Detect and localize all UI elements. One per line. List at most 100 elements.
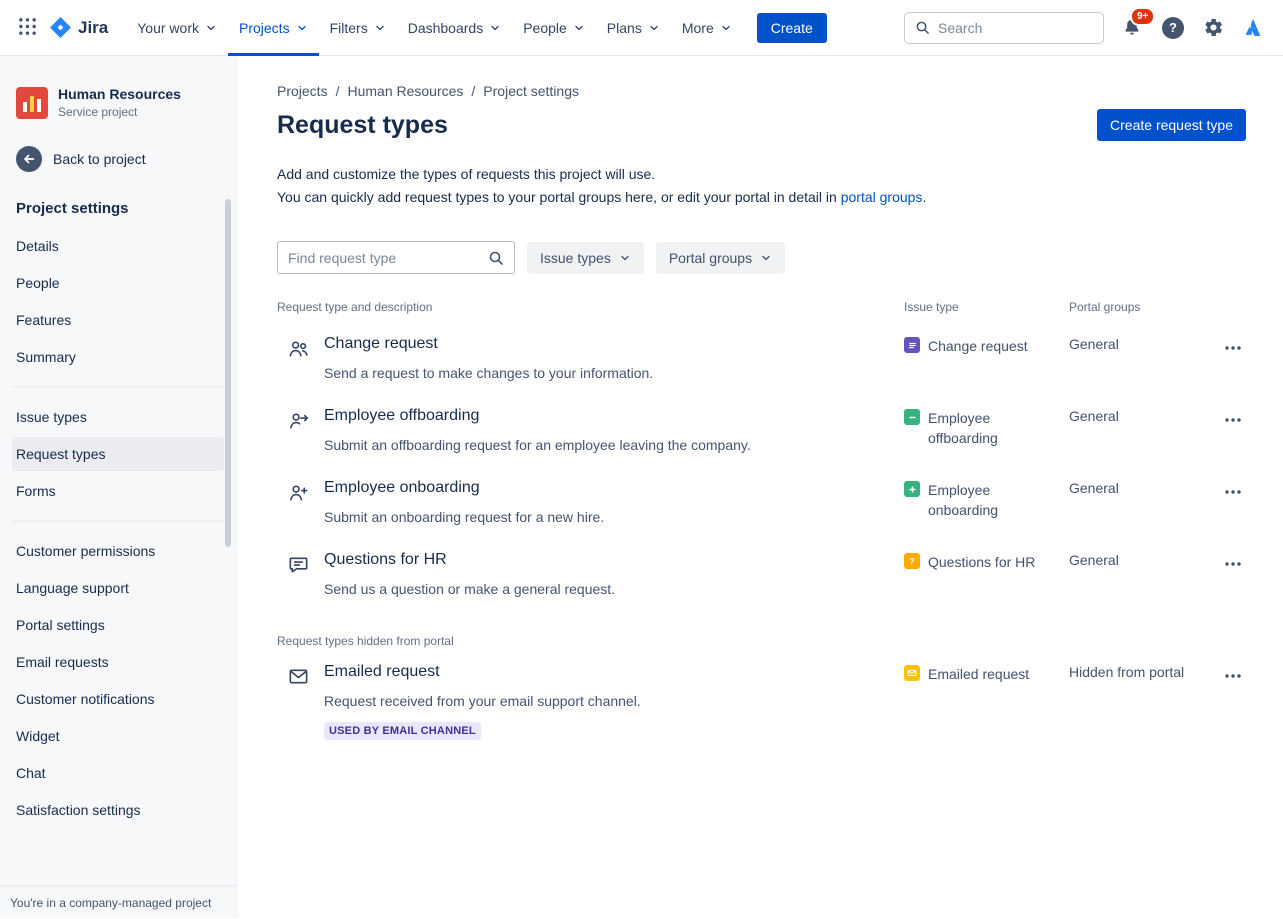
nav-item-plans[interactable]: Plans [596,0,671,56]
issue-types-dropdown[interactable]: Issue types [527,242,644,274]
create-button[interactable]: Create [757,13,827,43]
table-row: Emailed request Request received from yo… [277,650,1246,753]
sidebar-item-forms[interactable]: Forms [12,474,224,508]
request-types-table: Request type and description Issue type … [277,300,1246,753]
jira-logo-text: Jira [78,18,108,38]
gear-icon [1203,17,1224,38]
request-type-link[interactable]: Emailed request [324,663,440,680]
find-request-type-field[interactable] [277,241,515,274]
row-actions-button[interactable] [1220,551,1246,577]
sidebar-item-features[interactable]: Features [12,303,224,337]
chevron-down-icon [205,22,217,34]
request-type-link[interactable]: Questions for HR [324,551,447,568]
nav-item-dashboards[interactable]: Dashboards [397,0,513,56]
svg-text:?: ? [909,557,914,566]
back-to-project-button[interactable]: Back to project [12,146,224,172]
question-issue-icon: ? [904,553,920,569]
request-type-link[interactable]: Change request [324,335,438,352]
sidebar-item-request-types[interactable]: Request types [12,437,224,471]
sidebar-item-satisfaction-settings[interactable]: Satisfaction settings [12,793,224,827]
ellipsis-icon [1223,338,1243,358]
portal-group-label: General [1069,551,1209,597]
sidebar-item-language-support[interactable]: Language support [12,571,224,605]
col-request-type: Request type and description [277,300,904,314]
project-avatar [16,87,48,119]
issue-type-label: Questions for HR [928,551,1035,572]
portal-groups-link[interactable]: portal groups [841,189,923,205]
create-request-type-button[interactable]: Create request type [1097,109,1246,141]
notifications-button[interactable]: 9+ [1119,15,1145,41]
sidebar-item-widget[interactable]: Widget [12,719,224,753]
sidebar-menu: Details People Features Summary Issue ty… [12,229,224,827]
breadcrumb-human-resources[interactable]: Human Resources [347,83,463,99]
portal-group-label: General [1069,479,1209,525]
emailed-issue-icon [904,665,920,681]
sidebar-scrollbar[interactable] [225,199,231,547]
portal-groups-dropdown[interactable]: Portal groups [656,242,785,274]
issue-type-label: Employee onboarding [928,479,1038,520]
sidebar-item-summary[interactable]: Summary [12,340,224,374]
request-type-description: Submit an offboarding request for an emp… [324,437,751,453]
row-actions-button[interactable] [1220,335,1246,361]
ellipsis-icon [1223,410,1243,430]
filter-bar: Issue types Portal groups [277,241,1246,274]
jira-logo[interactable]: Jira [44,17,126,38]
breadcrumb: Projects / Human Resources / Project set… [277,83,1246,99]
sidebar-item-people[interactable]: People [12,266,224,300]
global-search-input[interactable] [938,20,1093,36]
row-actions-button[interactable] [1220,479,1246,505]
project-name: Human Resources [58,86,181,102]
table-row: Employee offboarding Submit an offboardi… [277,394,1246,466]
global-search[interactable] [904,12,1104,44]
description-line-1: Add and customize the types of requests … [277,163,1246,186]
portal-group-label: General [1069,335,1209,381]
nav-item-filters[interactable]: Filters [319,0,397,56]
nav-item-people[interactable]: People [512,0,596,56]
issue-type-label: Change request [928,335,1028,356]
breadcrumb-project-settings[interactable]: Project settings [483,83,579,99]
project-type-label: Service project [58,105,181,119]
portal-group-label: General [1069,407,1209,453]
request-type-description: Submit an onboarding request for a new h… [324,509,604,525]
chevron-down-icon [296,22,308,34]
sidebar-item-portal-settings[interactable]: Portal settings [12,608,224,642]
request-type-link[interactable]: Employee onboarding [324,479,480,496]
row-actions-button[interactable] [1220,663,1246,689]
page-description: Add and customize the types of requests … [277,163,1246,209]
top-navigation: Jira Your work Projects Filters Dashboar… [0,0,1283,56]
table-row: Employee onboarding Submit an onboarding… [277,466,1246,538]
request-type-link[interactable]: Employee offboarding [324,407,479,424]
issue-type-label: Employee offboarding [928,407,1038,448]
sidebar-item-customer-permissions[interactable]: Customer permissions [12,534,224,568]
grid-icon [18,17,37,39]
nav-item-more[interactable]: More [671,0,743,56]
settings-button[interactable] [1201,15,1226,40]
app-switcher-button[interactable] [10,11,44,45]
breadcrumb-separator: / [471,83,475,99]
col-portal-groups: Portal groups [1069,300,1209,314]
sidebar-item-customer-notifications[interactable]: Customer notifications [12,682,224,716]
chevron-down-icon [619,252,631,264]
search-icon [488,250,504,266]
sidebar-section-heading: Project settings [12,200,224,217]
sidebar-item-details[interactable]: Details [12,229,224,263]
breadcrumb-projects[interactable]: Projects [277,83,328,99]
row-actions-button[interactable] [1220,407,1246,433]
chevron-down-icon [573,22,585,34]
notification-badge: 9+ [1130,7,1155,26]
sidebar-item-email-requests[interactable]: Email requests [12,645,224,679]
sidebar-divider [12,386,224,388]
help-button[interactable]: ? [1160,15,1186,41]
nav-item-projects[interactable]: Projects [228,0,319,56]
chevron-down-icon [648,22,660,34]
sidebar-item-chat[interactable]: Chat [12,756,224,790]
chevron-down-icon [374,22,386,34]
issue-type-label: Emailed request [928,663,1029,684]
request-type-description: Request received from your email support… [324,693,641,709]
atlassian-button[interactable] [1241,15,1267,41]
sidebar-item-issue-types[interactable]: Issue types [12,400,224,434]
help-icon: ? [1162,17,1184,39]
request-type-description: Send a request to make changes to your i… [324,365,653,381]
find-request-type-input[interactable] [288,250,488,266]
nav-item-your-work[interactable]: Your work [126,0,228,56]
